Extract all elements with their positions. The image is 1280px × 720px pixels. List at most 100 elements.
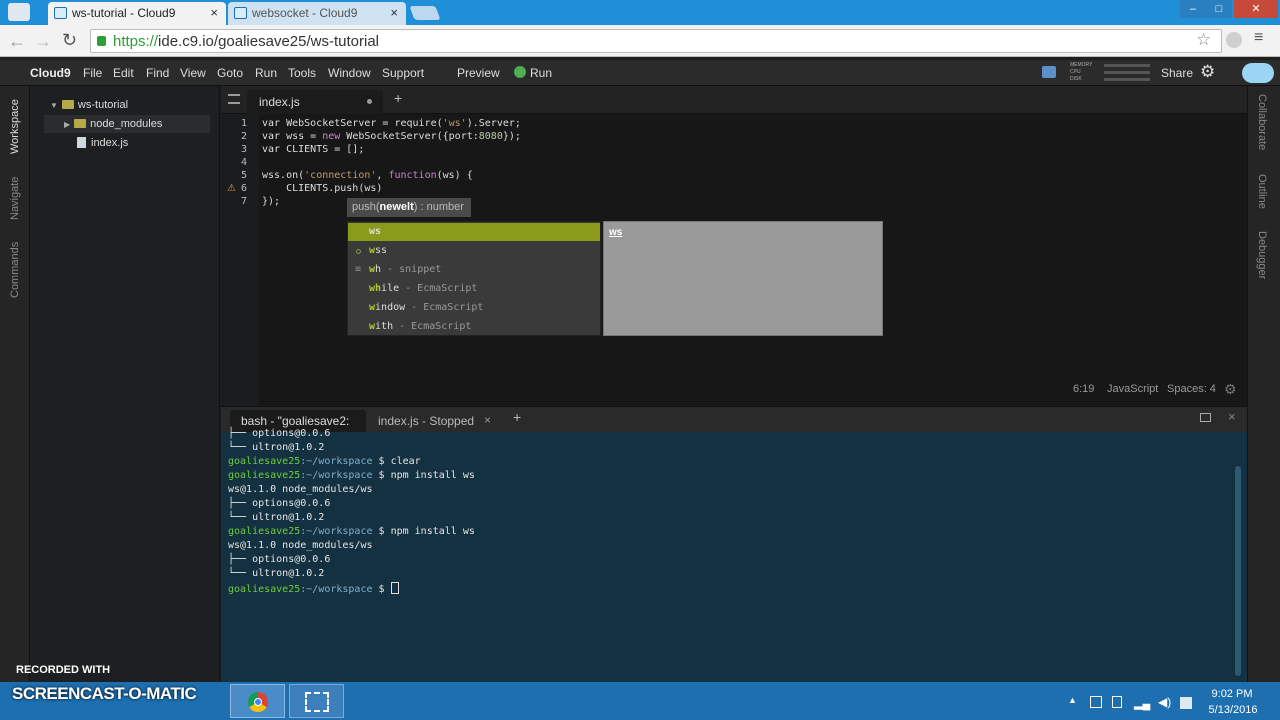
menu-file[interactable]: File bbox=[83, 66, 102, 80]
new-terminal-tab-button[interactable]: + bbox=[513, 409, 521, 425]
rail-collaborate[interactable]: Collaborate bbox=[1256, 94, 1268, 150]
cloud9-brand[interactable]: Cloud9 bbox=[30, 66, 71, 80]
skype-icon[interactable] bbox=[1226, 32, 1242, 48]
ac-hint: - snippet bbox=[387, 264, 442, 275]
rail-commands[interactable]: Commands bbox=[9, 242, 21, 298]
editor-settings-gear-icon[interactable]: ⚙ bbox=[1224, 381, 1237, 398]
menu-run[interactable]: Run bbox=[255, 66, 277, 80]
rail-outline[interactable]: Outline bbox=[1256, 174, 1268, 209]
cursor-position[interactable]: 6:19 bbox=[1073, 383, 1094, 395]
folder-icon bbox=[61, 100, 74, 109]
settings-gear-icon[interactable]: ⚙ bbox=[1200, 62, 1215, 82]
right-panel-rail: Collaborate Outline Debugger bbox=[1247, 86, 1280, 682]
line-number: 2 bbox=[240, 131, 247, 142]
browser-tab-active[interactable]: ws-tutorial - Cloud9 × bbox=[48, 2, 226, 25]
screen-recorder-taskbar-button[interactable] bbox=[289, 684, 344, 718]
selection-frame-icon bbox=[305, 692, 329, 712]
maximize-panel-icon[interactable] bbox=[1200, 413, 1211, 422]
resource-meters[interactable]: MEMORY CPU DISK bbox=[1070, 62, 1154, 84]
close-tab-icon[interactable]: × bbox=[390, 5, 398, 20]
code-string: 'connection' bbox=[304, 170, 377, 181]
tray-network-icon[interactable] bbox=[1090, 696, 1102, 708]
clock-date[interactable]: 5/13/2016 bbox=[1207, 704, 1259, 716]
browser-menu-icon[interactable] bbox=[8, 3, 30, 21]
tray-flag-icon[interactable] bbox=[1112, 696, 1122, 708]
menu-goto[interactable]: Goto bbox=[217, 66, 243, 80]
editor-tab-index-js[interactable]: index.js bbox=[247, 90, 383, 114]
editor-status-bar: 6:19 JavaScript Spaces: 4 ⚙ bbox=[1060, 381, 1240, 399]
ac-rest: indow bbox=[375, 302, 406, 313]
rail-workspace[interactable]: Workspace bbox=[9, 99, 21, 154]
close-window-button[interactable]: ✕ bbox=[1234, 0, 1278, 18]
new-editor-tab-button[interactable]: + bbox=[394, 90, 402, 106]
tree-item-label: index.js bbox=[91, 137, 129, 149]
autocomplete-item[interactable]: wss bbox=[348, 242, 600, 260]
menu-find[interactable]: Find bbox=[146, 66, 169, 80]
prompt-path: :~/workspace bbox=[300, 584, 373, 595]
menu-window[interactable]: Window bbox=[328, 66, 371, 80]
terminal-command-line: goaliesave25:~/workspace $ bbox=[228, 582, 399, 595]
close-panel-icon[interactable]: × bbox=[1228, 409, 1236, 424]
tray-signal-icon[interactable]: ▂▄ bbox=[1134, 697, 1150, 710]
terminal-output-line: ├── options@0.0.6 bbox=[228, 428, 331, 439]
signature-tooltip: push(newelt) : number bbox=[347, 198, 471, 217]
autocomplete-item[interactable]: window - EcmaScript bbox=[348, 299, 600, 317]
code-line-3: var CLIENTS = []; bbox=[262, 144, 365, 155]
autocomplete-item[interactable]: while - EcmaScript bbox=[348, 280, 600, 298]
autocomplete-item[interactable]: with - EcmaScript bbox=[348, 318, 600, 336]
preview-button[interactable]: Preview bbox=[457, 66, 500, 80]
indent-setting[interactable]: Spaces: 4 bbox=[1167, 383, 1216, 395]
close-tab-icon[interactable]: × bbox=[210, 5, 218, 20]
maximize-button[interactable]: □ bbox=[1206, 0, 1232, 18]
autocomplete-item[interactable]: ≡ wh - snippet bbox=[348, 261, 600, 279]
reload-icon[interactable]: ↻ bbox=[62, 30, 77, 51]
tree-item-index-js[interactable]: index.js bbox=[77, 134, 128, 152]
chrome-taskbar-button[interactable] bbox=[230, 684, 285, 718]
browser-tab-label: websocket - Cloud9 bbox=[252, 6, 358, 20]
bookmark-star-icon[interactable]: ☆ bbox=[1196, 30, 1211, 50]
tray-volume-icon[interactable]: ◀) bbox=[1158, 695, 1171, 709]
minimize-button[interactable]: – bbox=[1180, 0, 1206, 18]
menu-edit[interactable]: Edit bbox=[113, 66, 134, 80]
tree-root[interactable]: ▼ ws-tutorial bbox=[50, 96, 128, 114]
ac-rest: ile bbox=[381, 283, 400, 294]
address-bar[interactable]: https://ide.c9.io/goaliesave25/ws-tutori… bbox=[90, 29, 1222, 53]
browser-tab[interactable]: websocket - Cloud9 × bbox=[228, 2, 406, 25]
user-avatar-cloud-icon[interactable] bbox=[1242, 63, 1274, 83]
chrome-menu-icon[interactable]: ≡ bbox=[1254, 29, 1263, 47]
cloud9-favicon-icon bbox=[234, 7, 247, 19]
tray-arrow-icon[interactable]: ▲ bbox=[1068, 695, 1077, 705]
menu-tools[interactable]: Tools bbox=[288, 66, 316, 80]
unsaved-dot-icon[interactable] bbox=[367, 99, 372, 104]
collab-network-icon[interactable] bbox=[1042, 66, 1056, 78]
new-tab-button[interactable] bbox=[409, 6, 441, 20]
snippet-icon: ≡ bbox=[355, 264, 362, 275]
menu-view[interactable]: View bbox=[180, 66, 206, 80]
recorder-watermark-top: RECORDED WITH bbox=[16, 664, 111, 676]
browser-tab-label: ws-tutorial - Cloud9 bbox=[72, 6, 176, 20]
terminal-scrollbar[interactable] bbox=[1235, 466, 1241, 676]
line-number: 4 bbox=[240, 157, 247, 168]
autocomplete-item-selected[interactable]: ws bbox=[348, 223, 600, 241]
menu-support[interactable]: Support bbox=[382, 66, 424, 80]
terminal-tab-index-js[interactable]: index.js - Stopped × bbox=[370, 410, 504, 432]
forward-icon[interactable]: → bbox=[34, 31, 52, 52]
code-number: 8080 bbox=[478, 131, 503, 142]
command-text: npm install ws bbox=[384, 526, 475, 537]
tree-root-label: ws-tutorial bbox=[77, 99, 129, 111]
url-scheme: https:// bbox=[113, 33, 159, 50]
close-tab-icon[interactable]: × bbox=[484, 413, 491, 427]
tray-windows-icon[interactable] bbox=[1180, 697, 1192, 709]
code-token: WebSocketServer({port: bbox=[340, 131, 479, 142]
line-number: 5 bbox=[240, 170, 247, 181]
back-icon[interactable]: ← bbox=[8, 31, 26, 52]
rail-navigate[interactable]: Navigate bbox=[9, 177, 21, 220]
tab-list-icon[interactable] bbox=[228, 94, 240, 104]
run-button[interactable]: Run bbox=[530, 66, 552, 80]
language-mode[interactable]: JavaScript bbox=[1107, 383, 1158, 395]
share-button[interactable]: Share bbox=[1161, 66, 1193, 80]
clock-time[interactable]: 9:02 PM bbox=[1210, 688, 1254, 700]
rail-debugger[interactable]: Debugger bbox=[1256, 231, 1268, 279]
terminal-output-line: ws@1.1.0 node_modules/ws bbox=[228, 484, 373, 495]
tree-item-node-modules[interactable]: ▶ node_modules bbox=[44, 115, 210, 133]
